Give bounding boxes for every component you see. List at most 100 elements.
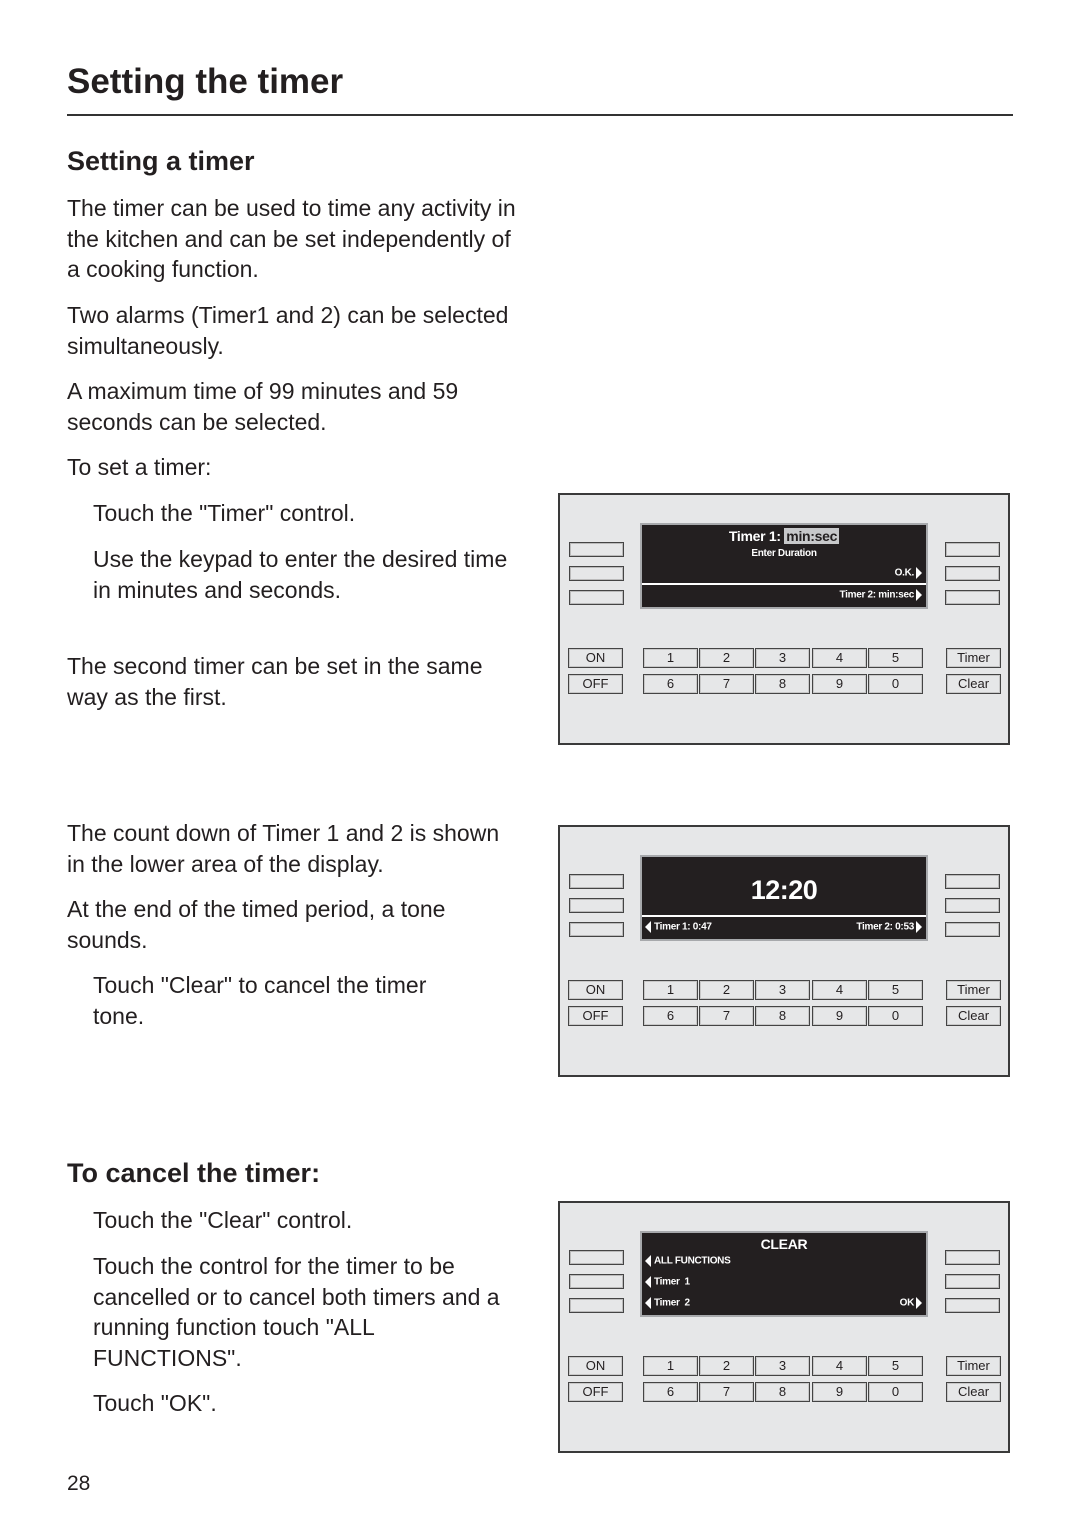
step-clear-tone: Touch "Clear" to cancel the timer tone. xyxy=(93,972,427,1029)
display-subtitle: Enter Duration xyxy=(751,548,817,559)
timer-button[interactable]: Timer xyxy=(946,980,1001,1000)
control-panel-countdown: 12:20 Timer 1: 0:47 Timer 2: 0:53 ON OFF… xyxy=(558,825,1010,1077)
timer1-countdown-label: Timer 1: 0:47 xyxy=(654,921,712,933)
key-1[interactable]: 1 xyxy=(643,1356,698,1376)
right-soft-key-2[interactable] xyxy=(945,898,1000,913)
right-soft-key-2[interactable] xyxy=(945,1274,1000,1289)
clear-button[interactable]: Clear xyxy=(946,1382,1001,1402)
countdown-paragraph: The count down of Timer 1 and 2 is shown… xyxy=(67,820,500,877)
key-3[interactable]: 3 xyxy=(755,980,810,1000)
step-touch-clear: Touch the "Clear" control. xyxy=(93,1207,353,1233)
key-9[interactable]: 9 xyxy=(812,1382,867,1402)
control-panel-timer-entry: Timer 1: min:sec Enter Duration O.K. Tim… xyxy=(558,493,1010,745)
arrow-right-icon xyxy=(916,1297,922,1309)
key-8[interactable]: 8 xyxy=(755,674,810,694)
right-soft-key-3[interactable] xyxy=(945,1298,1000,1313)
ok-option-label: O.K. xyxy=(894,567,915,579)
key-3[interactable]: 3 xyxy=(755,1356,810,1376)
key-8[interactable]: 8 xyxy=(755,1006,810,1026)
key-2[interactable]: 2 xyxy=(699,648,754,668)
on-button[interactable]: ON xyxy=(568,980,623,1000)
left-soft-key-3[interactable] xyxy=(569,590,624,605)
key-6[interactable]: 6 xyxy=(643,674,698,694)
arrow-right-icon xyxy=(916,589,922,601)
key-0[interactable]: 0 xyxy=(868,674,923,694)
timer-button[interactable]: Timer xyxy=(946,1356,1001,1376)
key-4[interactable]: 4 xyxy=(812,648,867,668)
left-soft-key-1[interactable] xyxy=(569,1250,624,1265)
right-soft-key-1[interactable] xyxy=(945,542,1000,557)
max-time-paragraph: A maximum time of 99 minutes and 59 seco… xyxy=(67,378,459,435)
off-button[interactable]: OFF xyxy=(568,1382,623,1402)
timer-button[interactable]: Timer xyxy=(946,648,1001,668)
key-7[interactable]: 7 xyxy=(699,1006,754,1026)
key-1[interactable]: 1 xyxy=(643,980,698,1000)
ok-option[interactable]: O.K. xyxy=(895,567,922,579)
on-button[interactable]: ON xyxy=(568,648,623,668)
left-soft-key-2[interactable] xyxy=(569,898,624,913)
display-screen: 12:20 Timer 1: 0:47 Timer 2: 0:53 xyxy=(640,855,928,941)
left-soft-key-2[interactable] xyxy=(569,566,624,581)
right-soft-key-3[interactable] xyxy=(945,590,1000,605)
timer2-option[interactable]: Timer 2 xyxy=(645,1297,690,1309)
timer1-countdown[interactable]: Timer 1: 0:47 xyxy=(645,921,712,933)
page-title: Setting the timer xyxy=(67,62,344,101)
arrow-right-icon xyxy=(916,567,922,579)
on-button[interactable]: ON xyxy=(568,1356,623,1376)
key-1[interactable]: 1 xyxy=(643,648,698,668)
timer1-option-label: Timer 1 xyxy=(654,1276,690,1288)
all-functions-label: ALL FUNCTIONS xyxy=(654,1255,731,1267)
all-functions-option[interactable]: ALL FUNCTIONS xyxy=(645,1255,731,1267)
key-9[interactable]: 9 xyxy=(812,674,867,694)
key-4[interactable]: 4 xyxy=(812,1356,867,1376)
left-soft-key-1[interactable] xyxy=(569,542,624,557)
timer2-option[interactable]: Timer 2: min:sec xyxy=(839,589,922,601)
step-use-keypad: Use the keypad to enter the desired time… xyxy=(93,546,508,603)
duration-field[interactable]: min:sec xyxy=(784,528,840,544)
arrow-right-icon xyxy=(916,921,922,933)
left-soft-key-3[interactable] xyxy=(569,922,624,937)
display-screen: Timer 1: min:sec Enter Duration O.K. Tim… xyxy=(640,523,928,609)
clear-button[interactable]: Clear xyxy=(946,674,1001,694)
key-5[interactable]: 5 xyxy=(868,648,923,668)
key-0[interactable]: 0 xyxy=(868,1006,923,1026)
key-5[interactable]: 5 xyxy=(868,1356,923,1376)
ok-option[interactable]: OK xyxy=(900,1297,922,1309)
timer2-option-label: Timer 2 xyxy=(654,1297,690,1309)
right-soft-key-1[interactable] xyxy=(945,874,1000,889)
display-title-prefix: Timer 1: xyxy=(728,528,781,544)
left-soft-key-3[interactable] xyxy=(569,1298,624,1313)
key-5[interactable]: 5 xyxy=(868,980,923,1000)
key-3[interactable]: 3 xyxy=(755,648,810,668)
left-soft-key-1[interactable] xyxy=(569,874,624,889)
key-8[interactable]: 8 xyxy=(755,1382,810,1402)
key-7[interactable]: 7 xyxy=(699,674,754,694)
timer2-option-label: Timer 2: min:sec xyxy=(839,589,915,601)
right-soft-key-1[interactable] xyxy=(945,1250,1000,1265)
second-timer-note: The second timer can be set in the same … xyxy=(67,653,483,710)
off-button[interactable]: OFF xyxy=(568,1006,623,1026)
right-soft-key-3[interactable] xyxy=(945,922,1000,937)
key-6[interactable]: 6 xyxy=(643,1382,698,1402)
section-heading-cancel-timer: To cancel the timer: xyxy=(67,1158,321,1188)
key-2[interactable]: 2 xyxy=(699,980,754,1000)
control-panel-clear: CLEAR ALL FUNCTIONS Timer 1 Timer 2 OK O… xyxy=(558,1201,1010,1453)
step-touch-ok: Touch "OK". xyxy=(93,1390,217,1416)
off-button[interactable]: OFF xyxy=(568,674,623,694)
key-7[interactable]: 7 xyxy=(699,1382,754,1402)
timer2-countdown-label: Timer 2: 0:53 xyxy=(856,921,914,933)
key-0[interactable]: 0 xyxy=(868,1382,923,1402)
right-soft-key-2[interactable] xyxy=(945,566,1000,581)
clear-button[interactable]: Clear xyxy=(946,1006,1001,1026)
arrow-left-icon xyxy=(645,1255,651,1267)
key-2[interactable]: 2 xyxy=(699,1356,754,1376)
page-number: 28 xyxy=(67,1472,91,1495)
left-soft-key-2[interactable] xyxy=(569,1274,624,1289)
key-9[interactable]: 9 xyxy=(812,1006,867,1026)
timer1-option[interactable]: Timer 1 xyxy=(645,1276,690,1288)
key-4[interactable]: 4 xyxy=(812,980,867,1000)
clock-display: 12:20 xyxy=(750,875,818,905)
section-heading-setting-a-timer: Setting a timer xyxy=(67,146,255,176)
timer2-countdown[interactable]: Timer 2: 0:53 xyxy=(856,921,922,933)
key-6[interactable]: 6 xyxy=(643,1006,698,1026)
